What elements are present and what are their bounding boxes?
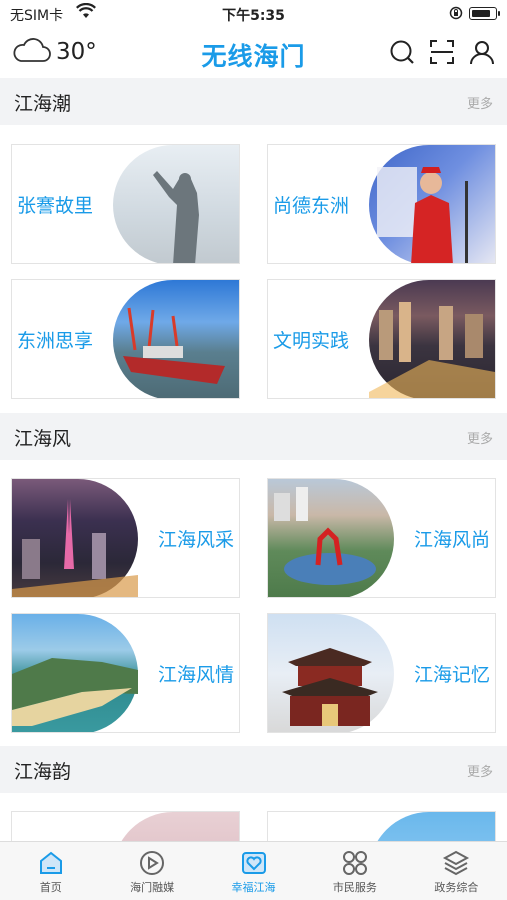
tab-label: 政务综合 — [434, 881, 479, 894]
card-jiyi[interactable]: 江海记忆 — [267, 613, 496, 733]
clock: 下午5:35 — [222, 8, 285, 24]
section-header-jianghaiyun: 江海韵 更多 — [0, 746, 507, 793]
card-wenming[interactable]: 文明实践 — [267, 279, 496, 399]
coastline-photo — [12, 614, 138, 732]
banner-photo — [113, 812, 239, 841]
shipyard-photo — [113, 280, 239, 398]
bottom-tab-bar: 首页 海门融媒 幸福江海 市民服务 政务综合 — [0, 841, 507, 900]
card-fengshang[interactable]: 江海风尚 — [267, 478, 496, 598]
tab-label: 海门融媒 — [130, 881, 175, 894]
battery-icon — [469, 7, 500, 20]
tab-home[interactable]: 首页 — [0, 842, 101, 900]
plaza-sculpture-photo — [268, 479, 394, 597]
tower-night-photo — [12, 479, 138, 597]
card-label: 江海记忆 — [413, 663, 490, 686]
temple-gate-photo — [268, 614, 394, 732]
tab-media[interactable]: 海门融媒 — [101, 842, 202, 900]
more-link[interactable]: 更多 — [467, 761, 493, 780]
card-label: 江海风尚 — [413, 528, 490, 551]
city-night-photo — [369, 280, 495, 398]
card-partial-right[interactable] — [267, 811, 496, 841]
card-fengqing[interactable]: 江海风情 — [11, 613, 240, 733]
card-shangde[interactable]: 尚德东洲 — [267, 144, 496, 264]
section-header-jianghaifeng: 江海风 更多 — [0, 413, 507, 460]
tab-citizen-services[interactable]: 市民服务 — [304, 842, 405, 900]
home-icon — [37, 849, 65, 877]
top-nav: 30° 无线海门 — [0, 28, 507, 78]
card-grid-jianghaichao: 张謇故里 尚德东洲 东洲思享 文明实践 — [0, 125, 507, 413]
section-title: 江海风 — [14, 428, 72, 450]
statue-photo — [113, 145, 239, 263]
media-play-icon — [138, 849, 166, 877]
more-link[interactable]: 更多 — [467, 428, 493, 447]
tab-happiness[interactable]: 幸福江海 — [203, 842, 304, 900]
section-header-jianghaichao: 江海潮 更多 — [0, 78, 507, 125]
scan-icon[interactable] — [429, 39, 455, 65]
user-icon[interactable] — [469, 39, 495, 65]
card-label: 文明实践 — [273, 329, 350, 352]
tab-label: 首页 — [39, 881, 62, 894]
card-label: 张謇故里 — [17, 194, 94, 217]
services-grid-icon — [341, 849, 369, 877]
card-dongzhou[interactable]: 东洲思享 — [11, 279, 240, 399]
card-label: 江海风采 — [157, 528, 234, 551]
sky-photo — [369, 812, 495, 841]
heart-icon — [240, 849, 268, 877]
volunteer-photo — [369, 145, 495, 263]
layers-icon — [442, 849, 470, 877]
section-title: 江海潮 — [14, 93, 72, 115]
section-title: 江海韵 — [14, 761, 72, 783]
card-label: 东洲思享 — [17, 329, 94, 352]
card-fengcai[interactable]: 江海风采 — [11, 478, 240, 598]
orientation-lock-icon — [449, 6, 463, 24]
card-label: 尚德东洲 — [273, 194, 350, 217]
card-grid-jianghaifeng: 江海风采 江海风尚 江海风情 江海记忆 — [0, 460, 507, 746]
tab-government[interactable]: 政务综合 — [406, 842, 507, 900]
card-label: 江海风情 — [157, 663, 234, 686]
card-partial-left[interactable] — [11, 811, 240, 841]
search-icon[interactable] — [389, 39, 415, 65]
card-grid-jianghaiyun — [0, 793, 507, 841]
more-link[interactable]: 更多 — [467, 93, 493, 112]
tab-label: 市民服务 — [332, 881, 377, 894]
card-zhangjian[interactable]: 张謇故里 — [11, 144, 240, 264]
status-bar: 无SIM卡 下午5:35 — [0, 0, 507, 28]
tab-label: 幸福江海 — [231, 881, 276, 894]
